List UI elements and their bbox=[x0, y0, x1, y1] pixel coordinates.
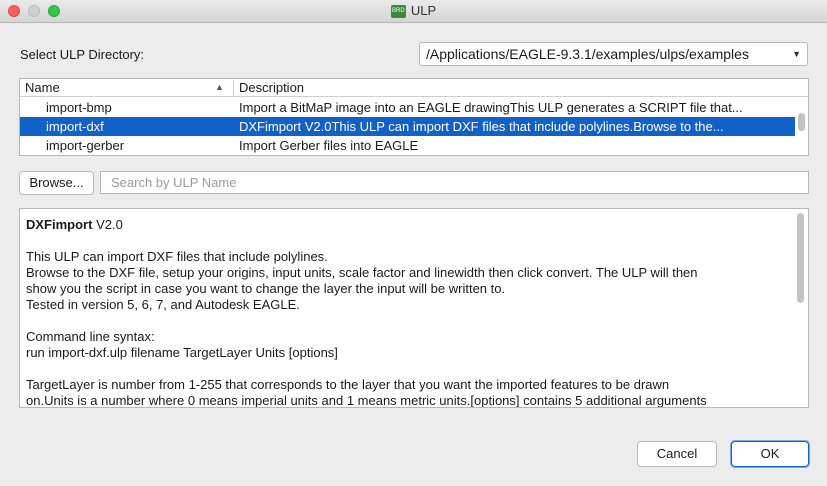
row-description: Import a BitMaP image into an EAGLE draw… bbox=[239, 100, 743, 115]
browse-button[interactable]: Browse... bbox=[19, 171, 94, 195]
directory-label: Select ULP Directory: bbox=[20, 47, 145, 62]
column-divider[interactable] bbox=[233, 80, 234, 95]
description-line: Browse to the DXF file, setup your origi… bbox=[26, 265, 698, 280]
row-name: import-gerber bbox=[46, 138, 125, 153]
row-description: DXFimport V2.0This ULP can import DXF fi… bbox=[239, 119, 724, 134]
cancel-button[interactable]: Cancel bbox=[637, 441, 717, 467]
description-content: DXFimport V2.0 This ULP can import DXF f… bbox=[26, 217, 796, 408]
row-name: import-dxf bbox=[46, 119, 104, 134]
window-title: BRD ULP bbox=[0, 3, 827, 19]
description-line: on.Units is a number where 0 means imper… bbox=[26, 393, 707, 408]
title-bar: BRD ULP bbox=[0, 0, 827, 23]
table-row-selected[interactable]: import-dxf DXFimport V2.0This ULP can im… bbox=[20, 117, 795, 136]
description-line: Tested in version 5, 6, 7, and Autodesk … bbox=[26, 297, 300, 312]
table-header: Name ▲ Description bbox=[20, 79, 808, 97]
table-scrollbar[interactable] bbox=[796, 97, 807, 154]
chevron-down-icon: ▼ bbox=[792, 49, 801, 59]
table-row[interactable]: import-gerber Import Gerber files into E… bbox=[20, 136, 795, 155]
description-panel: DXFimport V2.0 This ULP can import DXF f… bbox=[19, 208, 809, 408]
description-line: This ULP can import DXF files that inclu… bbox=[26, 249, 328, 264]
column-header-description[interactable]: Description bbox=[239, 80, 304, 95]
description-title-version: V2.0 bbox=[92, 217, 123, 232]
table-row[interactable]: import-bmp Import a BitMaP image into an… bbox=[20, 98, 795, 117]
description-line: TargetLayer is number from 1-255 that co… bbox=[26, 377, 670, 392]
directory-select-value: /Applications/EAGLE-9.3.1/examples/ulps/… bbox=[426, 46, 749, 62]
row-name: import-bmp bbox=[46, 100, 112, 115]
scrollbar-thumb[interactable] bbox=[798, 113, 805, 131]
search-input[interactable] bbox=[100, 171, 809, 194]
description-line: Command line syntax: bbox=[26, 329, 155, 344]
row-description: Import Gerber files into EAGLE bbox=[239, 138, 419, 153]
ok-button[interactable]: OK bbox=[731, 441, 809, 467]
description-line: run import-dxf.ulp filename TargetLayer … bbox=[26, 345, 338, 360]
description-title-bold: DXFimport bbox=[26, 217, 93, 232]
eagle-app-icon: BRD bbox=[390, 5, 406, 19]
description-line: show you the script in case you want to … bbox=[26, 281, 506, 296]
description-scrollbar[interactable] bbox=[795, 211, 806, 405]
sort-ascending-icon[interactable]: ▲ bbox=[215, 82, 224, 92]
window-title-text: ULP bbox=[410, 3, 437, 18]
description-title: DXFimport V2.0 bbox=[26, 217, 796, 233]
scrollbar-thumb[interactable] bbox=[797, 213, 804, 303]
column-header-name[interactable]: Name bbox=[25, 80, 60, 95]
ulp-table: Name ▲ Description import-bmp Import a B… bbox=[19, 78, 809, 156]
directory-select[interactable]: /Applications/EAGLE-9.3.1/examples/ulps/… bbox=[419, 42, 808, 66]
